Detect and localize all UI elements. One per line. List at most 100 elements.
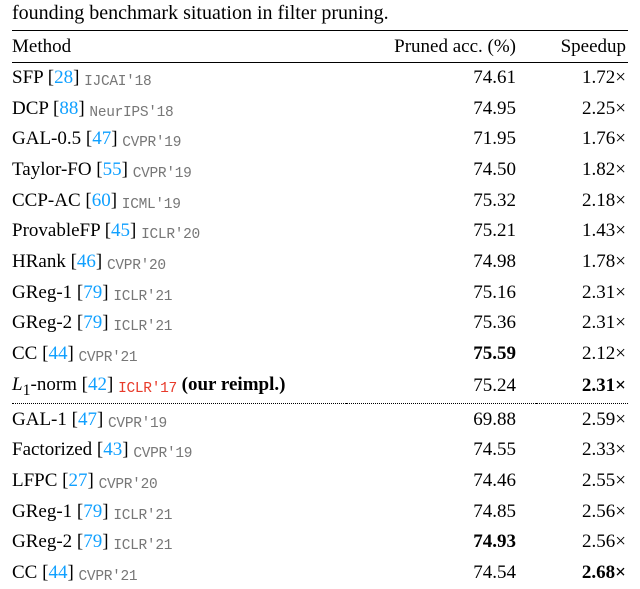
- acc-cell: 75.16: [346, 277, 536, 308]
- method-cell: SFP [28] IJCAI'18: [12, 62, 346, 93]
- method-cell: Taylor-FO [55] CVPR'19: [12, 155, 346, 186]
- acc-cell: 74.55: [346, 435, 536, 466]
- acc-cell: 74.98: [346, 246, 536, 277]
- venue-tag: CVPR'19: [108, 416, 167, 432]
- table-row: GReg-2 [79] ICLR'2175.362.31×: [12, 308, 628, 339]
- venue-tag: ICLR'20: [141, 227, 200, 243]
- acc-cell: 74.93: [346, 527, 536, 558]
- results-table: Method Pruned acc. (%) Speedup SFP [28] …: [12, 30, 628, 589]
- speed-cell: 2.31×: [536, 369, 628, 404]
- table-row: GReg-1 [79] ICLR'2174.852.56×: [12, 496, 628, 527]
- venue-tag: CVPR'20: [99, 477, 158, 493]
- table-row: DCP [88] NeurIPS'1874.952.25×: [12, 93, 628, 124]
- table-row: ProvableFP [45] ICLR'2075.211.43×: [12, 216, 628, 247]
- acc-cell: 74.61: [346, 62, 536, 93]
- table-row: SFP [28] IJCAI'1874.611.72×: [12, 62, 628, 93]
- method-cell: CC [44] CVPR'21: [12, 557, 346, 588]
- speed-cell: 2.59×: [536, 404, 628, 435]
- speed-cell: 2.12×: [536, 338, 628, 369]
- acc-cell: 75.21: [346, 216, 536, 247]
- acc-cell: 74.85: [346, 496, 536, 527]
- venue-tag: CVPR'21: [79, 350, 138, 366]
- col-method: Method: [12, 31, 346, 63]
- citation-link[interactable]: 79: [83, 312, 102, 333]
- method-cell: CC [44] CVPR'21: [12, 338, 346, 369]
- citation-link[interactable]: 42: [88, 374, 107, 395]
- citation-link[interactable]: 79: [83, 282, 102, 303]
- acc-cell: 74.54: [346, 557, 536, 588]
- venue-tag: ICLR'21: [113, 538, 172, 554]
- citation-link[interactable]: 27: [69, 470, 88, 491]
- venue-tag: CVPR'19: [133, 446, 192, 462]
- acc-cell: 71.95: [346, 124, 536, 155]
- table-row: L1-norm [42] ICLR'17 (our reimpl.)75.242…: [12, 369, 628, 404]
- method-cell: LFPC [27] CVPR'20: [12, 465, 346, 496]
- table-row: CC [44] CVPR'2174.542.68×: [12, 557, 628, 588]
- citation-link[interactable]: 44: [48, 343, 67, 364]
- method-cell: GReg-2 [79] ICLR'21: [12, 527, 346, 558]
- citation-link[interactable]: 28: [54, 67, 73, 88]
- col-acc: Pruned acc. (%): [346, 31, 536, 63]
- venue-tag: ICLR'21: [113, 289, 172, 305]
- venue-tag: ICML'19: [122, 197, 181, 213]
- acc-cell: 74.50: [346, 155, 536, 186]
- speed-cell: 2.18×: [536, 185, 628, 216]
- acc-cell: 74.95: [346, 93, 536, 124]
- acc-cell: 69.88: [346, 404, 536, 435]
- venue-tag: ICLR'21: [113, 319, 172, 335]
- venue-tag: NeurIPS'18: [89, 105, 173, 121]
- speed-cell: 1.82×: [536, 155, 628, 186]
- speed-cell: 1.78×: [536, 246, 628, 277]
- citation-link[interactable]: 55: [103, 159, 122, 180]
- table-row: Factorized [43] CVPR'1974.552.33×: [12, 435, 628, 466]
- citation-link[interactable]: 60: [92, 190, 111, 211]
- acc-cell: 75.36: [346, 308, 536, 339]
- speed-cell: 1.43×: [536, 216, 628, 247]
- citation-link[interactable]: 43: [103, 439, 122, 460]
- venue-tag: CVPR'19: [133, 166, 192, 182]
- speed-cell: 2.56×: [536, 527, 628, 558]
- speed-cell: 2.55×: [536, 465, 628, 496]
- citation-link[interactable]: 79: [83, 531, 102, 552]
- citation-link[interactable]: 46: [77, 251, 96, 272]
- context-text: founding benchmark situation in filter p…: [12, 0, 628, 26]
- table-row: GAL-0.5 [47] CVPR'1971.951.76×: [12, 124, 628, 155]
- citation-link[interactable]: 47: [92, 128, 111, 149]
- table-row: GReg-2 [79] ICLR'2174.932.56×: [12, 527, 628, 558]
- venue-tag: CVPR'19: [122, 135, 181, 151]
- venue-tag: ICLR'21: [113, 508, 172, 524]
- citation-link[interactable]: 79: [83, 501, 102, 522]
- col-speed: Speedup: [536, 31, 628, 63]
- table-row: Taylor-FO [55] CVPR'1974.501.82×: [12, 155, 628, 186]
- acc-cell: 75.24: [346, 369, 536, 404]
- speed-cell: 2.31×: [536, 308, 628, 339]
- acc-cell: 75.59: [346, 338, 536, 369]
- method-cell: Factorized [43] CVPR'19: [12, 435, 346, 466]
- method-cell: DCP [88] NeurIPS'18: [12, 93, 346, 124]
- method-cell: CCP-AC [60] ICML'19: [12, 185, 346, 216]
- citation-link[interactable]: 88: [59, 98, 78, 119]
- speed-cell: 2.31×: [536, 277, 628, 308]
- speed-cell: 1.72×: [536, 62, 628, 93]
- citation-link[interactable]: 47: [78, 409, 97, 430]
- table-row: CC [44] CVPR'2175.592.12×: [12, 338, 628, 369]
- venue-tag: CVPR'20: [107, 258, 166, 274]
- venue-tag: CVPR'21: [79, 569, 138, 585]
- speed-cell: 2.33×: [536, 435, 628, 466]
- speed-cell: 1.76×: [536, 124, 628, 155]
- citation-link[interactable]: 44: [48, 562, 67, 583]
- acc-cell: 74.46: [346, 465, 536, 496]
- speed-cell: 2.56×: [536, 496, 628, 527]
- citation-link[interactable]: 45: [111, 220, 130, 241]
- method-cell: GReg-1 [79] ICLR'21: [12, 496, 346, 527]
- table-row: CCP-AC [60] ICML'1975.322.18×: [12, 185, 628, 216]
- method-cell: HRank [46] CVPR'20: [12, 246, 346, 277]
- method-cell: GReg-1 [79] ICLR'21: [12, 277, 346, 308]
- speed-cell: 2.25×: [536, 93, 628, 124]
- venue-tag: IJCAI'18: [84, 74, 151, 90]
- method-cell: GAL-1 [47] CVPR'19: [12, 404, 346, 435]
- method-cell: ProvableFP [45] ICLR'20: [12, 216, 346, 247]
- speed-cell: 2.68×: [536, 557, 628, 588]
- table-row: HRank [46] CVPR'2074.981.78×: [12, 246, 628, 277]
- table-row: GReg-1 [79] ICLR'2175.162.31×: [12, 277, 628, 308]
